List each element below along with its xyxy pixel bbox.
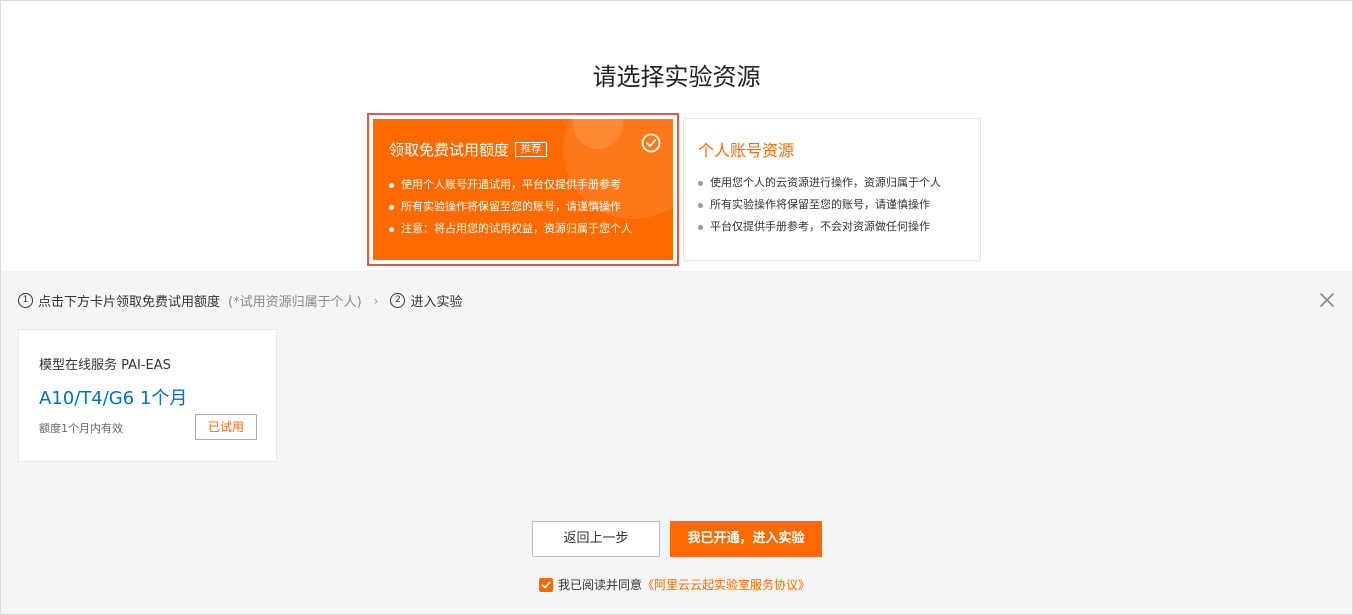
free-trial-title-text: 领取免费试用额度 bbox=[389, 141, 510, 159]
agreement-text: 我已阅读并同意 bbox=[558, 578, 643, 592]
step-2-label: 进入实验 bbox=[410, 295, 463, 310]
recommend-badge: 推荐 bbox=[515, 142, 548, 157]
personal-account-card[interactable]: 个人账号资源 使用您个人的云资源进行操作，资源归属于个人 所有实验操作将保留至您… bbox=[683, 118, 981, 261]
list-item: 所有实验操作将保留至您的账号，请谨慎操作 bbox=[389, 196, 632, 218]
page-title: 请选择实验资源 bbox=[592, 63, 761, 91]
resource-selection-area: 请选择实验资源 领取免费试用额度 推荐 使用个人账号开通试用，平台仅提供手册参考… bbox=[1, 1, 1352, 271]
personal-feature-list: 使用您个人的云资源进行操作，资源归属于个人 所有实验操作将保留至您的账号，请谨慎… bbox=[698, 172, 941, 238]
trial-panel: 1 点击下方卡片领取免费试用额度 (*试用资源归属于个人) › 2 进入实验 模… bbox=[1, 271, 1352, 614]
resource-validity: 额度1个月内有效 bbox=[39, 422, 123, 435]
page-frame: 请选择实验资源 领取免费试用额度 推荐 使用个人账号开通试用，平台仅提供手册参考… bbox=[0, 0, 1353, 615]
free-trial-card-body[interactable]: 领取免费试用额度 推荐 使用个人账号开通试用，平台仅提供手册参考 所有实验操作将… bbox=[373, 119, 673, 260]
free-trial-feature-list: 使用个人账号开通试用，平台仅提供手册参考 所有实验操作将保留至您的账号，请谨慎操… bbox=[389, 174, 632, 240]
resource-spec: A10/T4/G6 1个月 bbox=[39, 388, 188, 409]
step-1-note: (*试用资源归属于个人) bbox=[228, 295, 362, 310]
step-1-number: 1 bbox=[18, 293, 33, 308]
checkmark-icon bbox=[541, 581, 551, 588]
list-item: 平台仅提供手册参考，不会对资源做任何操作 bbox=[698, 216, 941, 238]
agreement-checkbox[interactable] bbox=[539, 577, 553, 592]
agreement-row: 我已阅读并同意 《阿里云云起实验室服务协议》 bbox=[539, 576, 810, 593]
list-item: 使用您个人的云资源进行操作，资源归属于个人 bbox=[698, 172, 941, 194]
resource-card[interactable]: 模型在线服务 PAI-EAS A10/T4/G6 1个月 额度1个月内有效 已试… bbox=[18, 329, 277, 462]
list-item: 使用个人账号开通试用，平台仅提供手册参考 bbox=[389, 174, 632, 196]
close-icon[interactable] bbox=[1318, 291, 1336, 309]
step-indicator: 1 点击下方卡片领取免费试用额度 (*试用资源归属于个人) › 2 进入实验 bbox=[18, 291, 463, 310]
resource-service-name: 模型在线服务 PAI-EAS bbox=[39, 358, 171, 373]
personal-account-title: 个人账号资源 bbox=[698, 141, 795, 160]
tried-button[interactable]: 已试用 bbox=[195, 414, 257, 440]
list-item: 注意：将占用您的试用权益，资源归属于您个人 bbox=[389, 218, 632, 240]
agreement-link[interactable]: 《阿里云云起实验室服务协议》 bbox=[642, 576, 810, 593]
back-button[interactable]: 返回上一步 bbox=[532, 521, 660, 557]
list-item: 所有实验操作将保留至您的账号，请谨慎操作 bbox=[698, 194, 941, 216]
free-trial-card[interactable]: 领取免费试用额度 推荐 使用个人账号开通试用，平台仅提供手册参考 所有实验操作将… bbox=[367, 113, 679, 266]
enter-lab-button[interactable]: 我已开通，进入实验 bbox=[670, 521, 822, 557]
chevron-right-icon: › bbox=[373, 293, 379, 308]
step-1-label: 点击下方卡片领取免费试用额度 bbox=[38, 295, 221, 310]
check-circle-icon bbox=[641, 133, 661, 153]
step-2-number: 2 bbox=[390, 293, 406, 308]
free-trial-title: 领取免费试用额度 推荐 bbox=[389, 139, 548, 160]
